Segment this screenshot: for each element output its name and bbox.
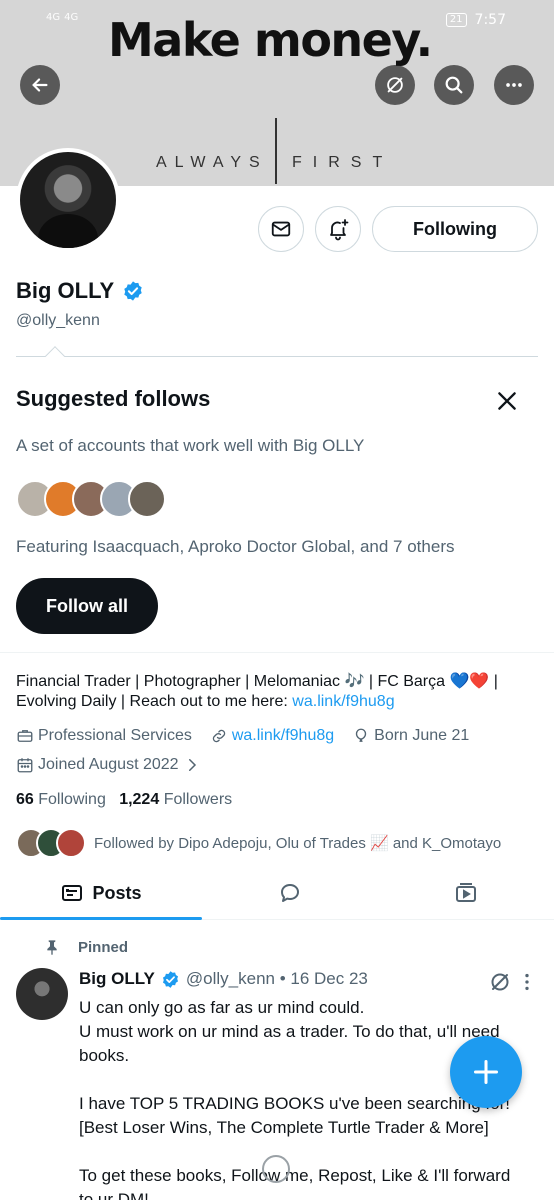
search-icon (445, 76, 463, 94)
status-right: 21 7:57 (445, 12, 506, 28)
system-home-button[interactable] (262, 1155, 290, 1183)
profile-handle: @olly_kenn (16, 312, 100, 329)
avatar (56, 828, 86, 858)
suggested-title: Suggested follows (16, 386, 211, 411)
born-item: Born June 21 (352, 727, 469, 745)
category-label: Professional Services (38, 727, 192, 744)
active-tab-indicator (0, 917, 202, 920)
tab-posts[interactable]: Posts (0, 866, 202, 920)
link-icon (212, 729, 226, 743)
envelope-icon (271, 221, 291, 237)
bio-text: Financial Trader | Photographer | Meloma… (16, 673, 498, 710)
suggested-description: A set of accounts that work well with Bi… (16, 436, 365, 455)
network-label: 4G (64, 12, 79, 23)
joined-label: Joined August 2022 (38, 756, 179, 773)
more-button[interactable] (494, 65, 534, 105)
clock: 7:57 (474, 12, 506, 28)
followed-by-row[interactable]: Followed by Dipo Adepoju, Olu of Trades … (16, 828, 501, 858)
born-label: Born June 21 (374, 727, 470, 744)
suggested-featuring: Featuring Isaacquach, Aproko Doctor Glob… (16, 537, 455, 556)
briefcase-icon (17, 730, 33, 742)
bell-plus-icon (330, 219, 349, 241)
arrow-left-icon (32, 78, 48, 92)
notify-button[interactable] (315, 206, 361, 252)
profile-meta-row-1: Professional Services wa.link/f9hu8g Bor… (16, 727, 469, 745)
chevron-right-icon (188, 759, 196, 771)
more-icon (506, 83, 522, 87)
media-icon (456, 883, 476, 902)
back-button[interactable] (20, 65, 60, 105)
banner-divider (275, 118, 277, 184)
compose-button[interactable] (450, 1036, 522, 1108)
avatar (128, 480, 166, 518)
balloon-icon (355, 728, 367, 742)
pin-icon (47, 940, 57, 955)
suggested-pointer (45, 346, 65, 366)
profile-bio: Financial Trader | Photographer | Meloma… (16, 672, 538, 712)
battery-indicator: 21 (445, 13, 467, 27)
tweet-paragraph: To get these books, Follow me, Repost, L… (79, 1166, 511, 1200)
following-count-link[interactable]: 66 Following (16, 791, 106, 808)
reply-icon (281, 884, 299, 902)
verified-badge-icon (162, 970, 178, 988)
followers-text: Followers (163, 791, 233, 808)
tweet-avatar[interactable] (16, 968, 68, 1020)
section-divider (0, 652, 554, 653)
network-label: 4G (46, 12, 61, 23)
tweet-author[interactable]: Big OLLY (79, 969, 155, 989)
search-button[interactable] (434, 65, 474, 105)
tweet-meta: @olly_kenn • 16 Dec 23 (185, 969, 368, 988)
profile-tabs: Posts (0, 866, 554, 920)
website-item[interactable]: wa.link/f9hu8g (210, 727, 334, 745)
banner-tag-right: FIRST (292, 154, 394, 171)
calendar-icon (17, 758, 33, 773)
category-item: Professional Services (16, 727, 192, 745)
followed-by-text: Followed by Dipo Adepoju, Olu of Trades … (94, 835, 502, 852)
joined-item[interactable]: Joined August 2022 (16, 756, 201, 774)
tab-media[interactable] (378, 866, 554, 920)
following-text: Following (38, 791, 106, 808)
following-count: 66 (16, 791, 34, 808)
tab-posts-label: Posts (92, 882, 142, 903)
grok-icon (387, 77, 403, 93)
tweet-more-icon[interactable] (520, 971, 534, 993)
network-indicators: 4G 4G (46, 12, 78, 23)
suggested-avatars[interactable] (16, 480, 166, 520)
verified-badge-icon[interactable] (122, 280, 144, 302)
profile-name-row: Big OLLY (16, 278, 144, 304)
close-icon[interactable] (494, 388, 520, 414)
banner-headline: Make money. (108, 13, 433, 67)
banner-tag-left: ALWAYS (156, 154, 268, 171)
followers-count-link[interactable]: 1,224 Followers (119, 791, 232, 808)
tab-replies[interactable] (202, 866, 378, 920)
avatar-image (20, 152, 116, 248)
follow-all-button[interactable]: Follow all (16, 578, 158, 634)
suggested-divider (16, 356, 538, 357)
bio-link[interactable]: wa.link/f9hu8g (292, 693, 394, 710)
profile-name: Big OLLY (16, 278, 115, 303)
grok-button[interactable] (375, 65, 415, 105)
grok-icon[interactable] (488, 970, 512, 994)
tweet-header: Big OLLY @olly_kenn • 16 Dec 23 (79, 969, 368, 989)
followers-count: 1,224 (119, 791, 160, 808)
plus-icon (473, 1059, 499, 1085)
posts-icon (62, 885, 83, 901)
pinned-label: Pinned (78, 938, 129, 956)
website-link[interactable]: wa.link/f9hu8g (232, 727, 334, 745)
pinned-label-row: Pinned (44, 938, 128, 956)
profile-avatar[interactable] (16, 148, 120, 252)
following-button[interactable]: Following (372, 206, 538, 252)
profile-meta-row-2[interactable]: Joined August 2022 (16, 756, 201, 774)
follow-counts: 66 Following 1,224 Followers (16, 791, 232, 809)
message-button[interactable] (258, 206, 304, 252)
